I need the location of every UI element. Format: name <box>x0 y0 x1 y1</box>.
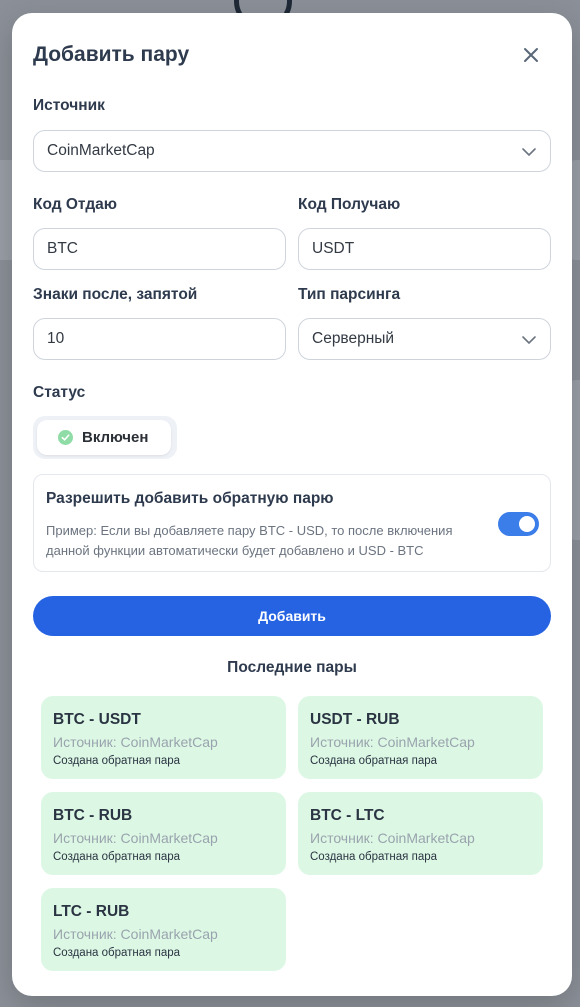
reverse-pair-description: Пример: Если вы добавляете пару BTC - US… <box>46 523 453 558</box>
chevron-down-icon <box>522 148 536 157</box>
pair-source: Источник: CoinMarketCap <box>53 926 218 942</box>
pair-note: Создана обратная пара <box>310 755 438 767</box>
pair-note: Создана обратная пара <box>53 851 181 863</box>
recent-pair-card[interactable]: BTC - USDT Источник: CoinMarketCap Созда… <box>41 696 286 779</box>
add-button[interactable]: Добавить <box>33 596 551 636</box>
receive-code-input[interactable]: USDT <box>298 228 551 270</box>
pair-name: BTC - USDT <box>53 711 141 728</box>
source-select[interactable]: CoinMarketCap <box>33 130 551 172</box>
recent-pair-card[interactable]: BTC - LTC Источник: CoinMarketCap Создан… <box>298 792 543 875</box>
recent-pair-card[interactable]: LTC - RUB Источник: CoinMarketCap Создан… <box>41 888 286 971</box>
receive-code-value: USDT <box>312 240 355 257</box>
chevron-down-icon <box>522 336 536 345</box>
reverse-pair-title: Разрешить добавить обратную парю <box>46 490 334 507</box>
pair-note: Создана обратная пара <box>53 947 181 959</box>
recent-pairs-title: Последние пары <box>227 659 357 676</box>
pair-note: Создана обратная пара <box>310 851 438 863</box>
source-value: CoinMarketCap <box>47 142 155 159</box>
pair-name: LTC - RUB <box>53 903 130 920</box>
toggle-knob <box>519 516 535 532</box>
source-label: Источник <box>33 97 105 114</box>
status-label: Статус <box>33 384 86 401</box>
give-code-label: Код Отдаю <box>33 196 118 213</box>
status-option-enabled[interactable]: Включен <box>37 420 171 455</box>
decimals-value: 10 <box>47 330 65 347</box>
parse-type-label: Тип парсинга <box>298 286 401 303</box>
pair-source: Источник: CoinMarketCap <box>53 734 218 750</box>
give-code-input[interactable]: BTC <box>33 228 286 270</box>
receive-code-label: Код Получаю <box>298 196 401 213</box>
close-icon[interactable] <box>519 43 543 67</box>
reverse-pair-box: Разрешить добавить обратную парю Пример:… <box>33 474 551 572</box>
pair-source: Источник: CoinMarketCap <box>310 830 475 846</box>
pair-source: Источник: CoinMarketCap <box>53 830 218 846</box>
decimals-input[interactable]: 10 <box>33 318 286 360</box>
parse-type-value: Серверный <box>312 330 395 347</box>
reverse-pair-toggle[interactable] <box>498 512 539 536</box>
pair-name: BTC - RUB <box>53 807 133 824</box>
parse-type-select[interactable]: Серверный <box>298 318 551 360</box>
recent-pair-card[interactable]: USDT - RUB Источник: CoinMarketCap Созда… <box>298 696 543 779</box>
status-value: Включен <box>82 429 149 446</box>
modal-title: Добавить пару <box>33 43 190 66</box>
give-code-value: BTC <box>47 240 78 257</box>
pair-name: BTC - LTC <box>310 807 385 824</box>
decimals-label: Знаки после, запятой <box>33 286 198 303</box>
add-pair-modal: Добавить пару Источник CoinMarketCap Код… <box>12 13 572 996</box>
check-icon <box>58 430 73 445</box>
pair-source: Источник: CoinMarketCap <box>310 734 475 750</box>
pair-name: USDT - RUB <box>310 711 400 728</box>
recent-pair-card[interactable]: BTC - RUB Источник: CoinMarketCap Создан… <box>41 792 286 875</box>
status-selector: Включен <box>33 416 177 459</box>
pair-note: Создана обратная пара <box>53 755 181 767</box>
